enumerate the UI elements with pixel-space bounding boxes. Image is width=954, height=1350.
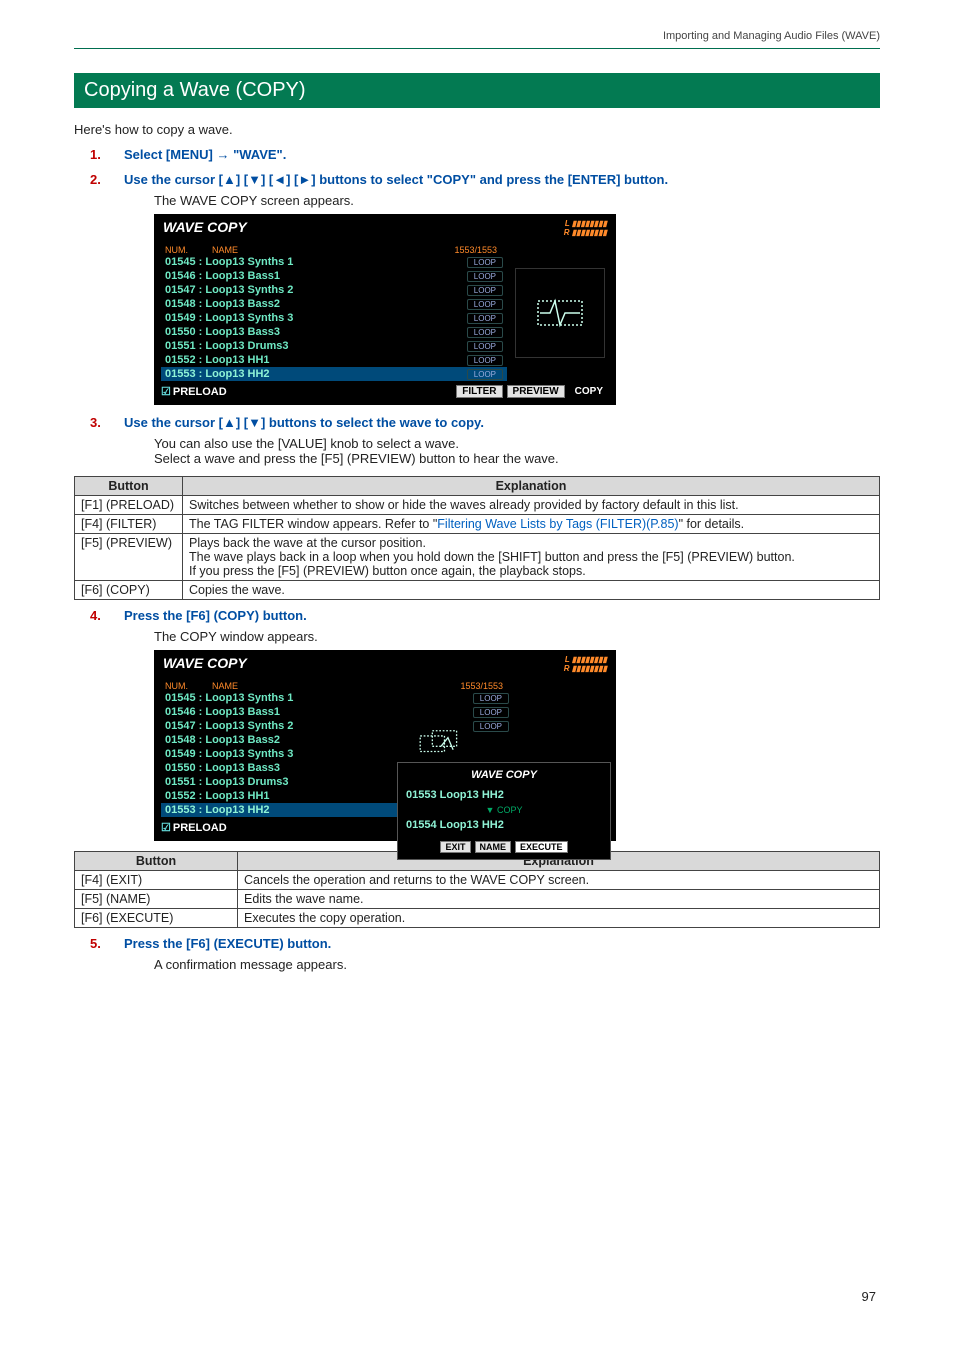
step-2: 2. Use the cursor [▲] [▼] [◄] [►] button… bbox=[74, 172, 880, 405]
th-button: Button bbox=[75, 852, 238, 871]
list-item[interactable]: 01551 : Loop13 Drums3LOOP bbox=[161, 339, 507, 353]
step-5: 5. Press the [F6] (EXECUTE) button. A co… bbox=[74, 936, 880, 972]
running-header: Importing and Managing Audio Files (WAVE… bbox=[74, 30, 880, 42]
step-head: Use the cursor [▲] [▼] [◄] [►] buttons t… bbox=[124, 172, 668, 187]
step-head: Use the cursor [▲] [▼] buttons to select… bbox=[124, 415, 484, 430]
table-row: [F5] (NAME)Edits the wave name. bbox=[75, 890, 880, 909]
table-row: [F1] (PRELOAD)Switches between whether t… bbox=[75, 496, 880, 515]
table-row: [F5] (PREVIEW)Plays back the wave at the… bbox=[75, 534, 880, 581]
step-head: Press the [F6] (EXECUTE) button. bbox=[124, 936, 331, 951]
col-num: NUM. bbox=[165, 245, 188, 255]
button-table-2: Button Explanation [F4] (EXIT)Cancels th… bbox=[74, 851, 880, 928]
preload-toggle[interactable]: PRELOAD bbox=[161, 385, 456, 398]
step-body: The WAVE COPY screen appears. bbox=[154, 193, 880, 208]
step-number: 3. bbox=[90, 415, 101, 430]
execute-button[interactable]: EXECUTE bbox=[515, 841, 568, 853]
exit-button[interactable]: EXIT bbox=[440, 841, 470, 853]
copy-dst: 01554 Loop13 HH2 bbox=[404, 815, 604, 835]
screen-title: WAVE COPY bbox=[163, 219, 247, 237]
table-row: [F6] (EXECUTE)Executes the copy operatio… bbox=[75, 909, 880, 928]
screen-wave-copy-2: WAVE COPY L ▮▮▮▮▮▮▮▮R ▮▮▮▮▮▮▮▮ NUM.NAME … bbox=[154, 650, 616, 841]
step-number: 1. bbox=[90, 147, 101, 162]
intro-text: Here's how to copy a wave. bbox=[74, 122, 880, 137]
list-item[interactable]: 01549 : Loop13 Synths 3LOOP bbox=[161, 311, 507, 325]
step-number: 2. bbox=[90, 172, 101, 187]
list-item[interactable]: 01552 : Loop13 HH1LOOP bbox=[161, 353, 507, 367]
preview-button[interactable]: PREVIEW bbox=[507, 385, 565, 398]
col-name: NAME bbox=[212, 245, 238, 255]
name-button[interactable]: NAME bbox=[475, 841, 512, 853]
step-body: You can also use the [VALUE] knob to sel… bbox=[154, 436, 880, 451]
col-name: NAME bbox=[212, 681, 238, 691]
header-rule bbox=[74, 48, 880, 49]
table-row: [F4] (EXIT)Cancels the operation and ret… bbox=[75, 871, 880, 890]
screen-title: WAVE COPY bbox=[163, 655, 247, 673]
list-item[interactable]: 01550 : Loop13 Bass3LOOP bbox=[161, 325, 507, 339]
level-meter-icon: L ▮▮▮▮▮▮▮▮R ▮▮▮▮▮▮▮▮ bbox=[564, 655, 607, 673]
list-item[interactable]: 01545 : Loop13 Synths 1LOOP bbox=[161, 691, 513, 705]
list-item[interactable]: 01548 : Loop13 Bass2LOOP bbox=[161, 297, 507, 311]
list-item[interactable]: 01553 : Loop13 HH2LOOP bbox=[161, 367, 507, 381]
th-explanation: Explanation bbox=[183, 477, 880, 496]
copy-graphic-icon bbox=[411, 729, 471, 755]
copy-arrow-icon: ▼ COPY bbox=[404, 805, 604, 815]
step-head: Press the [F6] (COPY) button. bbox=[124, 608, 307, 623]
step-body-2: Select a wave and press the [F5] (PREVIE… bbox=[154, 451, 880, 466]
step-4: 4. Press the [F6] (COPY) button. The COP… bbox=[74, 608, 880, 841]
function-buttons: FILTER PREVIEW COPY bbox=[456, 385, 609, 398]
col-num: NUM. bbox=[165, 681, 188, 691]
waveform-preview bbox=[515, 268, 605, 358]
copy-button[interactable]: COPY bbox=[569, 385, 609, 398]
copy-popup: WAVE COPY 01553 Loop13 HH2 ▼ COPY 01554 … bbox=[397, 762, 611, 860]
th-button: Button bbox=[75, 477, 183, 496]
step-body: A confirmation message appears. bbox=[154, 957, 880, 972]
step-head: Select [MENU] → "WAVE". bbox=[124, 147, 286, 162]
page: Importing and Managing Audio Files (WAVE… bbox=[0, 0, 954, 1350]
list-item[interactable]: 01545 : Loop13 Synths 1LOOP bbox=[161, 255, 507, 269]
screen-wave-copy-1: WAVE COPY L ▮▮▮▮▮▮▮▮R ▮▮▮▮▮▮▮▮ NUM. NAME … bbox=[154, 214, 616, 405]
button-table-1: Button Explanation [F1] (PRELOAD)Switche… bbox=[74, 476, 880, 600]
step-3: 3. Use the cursor [▲] [▼] buttons to sel… bbox=[74, 415, 880, 466]
popup-title: WAVE COPY bbox=[404, 769, 604, 785]
section-title: Copying a Wave (COPY) bbox=[74, 73, 880, 108]
list-counter: 1553/1553 bbox=[460, 681, 513, 691]
page-number: 97 bbox=[862, 1289, 876, 1304]
list-item[interactable]: 01547 : Loop13 Synths 2LOOP bbox=[161, 283, 507, 297]
list-item[interactable]: 01546 : Loop13 Bass1LOOP bbox=[161, 705, 513, 719]
level-meter-icon: L ▮▮▮▮▮▮▮▮R ▮▮▮▮▮▮▮▮ bbox=[564, 219, 607, 237]
table-row: [F6] (COPY)Copies the wave. bbox=[75, 581, 880, 600]
copy-src: 01553 Loop13 HH2 bbox=[404, 785, 604, 805]
wave-list[interactable]: NUM. NAME 1553/1553 01545 : Loop13 Synths… bbox=[161, 245, 507, 381]
step-1: 1. Select [MENU] → "WAVE". bbox=[74, 147, 880, 162]
filter-button[interactable]: FILTER bbox=[456, 385, 502, 398]
step-number: 5. bbox=[90, 936, 101, 951]
list-item[interactable]: 01546 : Loop13 Bass1LOOP bbox=[161, 269, 507, 283]
waveform-icon bbox=[530, 293, 590, 333]
link-filter-tags[interactable]: Filtering Wave Lists by Tags (FILTER)(P.… bbox=[437, 517, 678, 531]
table-row: [F4] (FILTER)The TAG FILTER window appea… bbox=[75, 515, 880, 534]
list-counter: 1553/1553 bbox=[454, 245, 507, 255]
step-number: 4. bbox=[90, 608, 101, 623]
step-body: The COPY window appears. bbox=[154, 629, 880, 644]
